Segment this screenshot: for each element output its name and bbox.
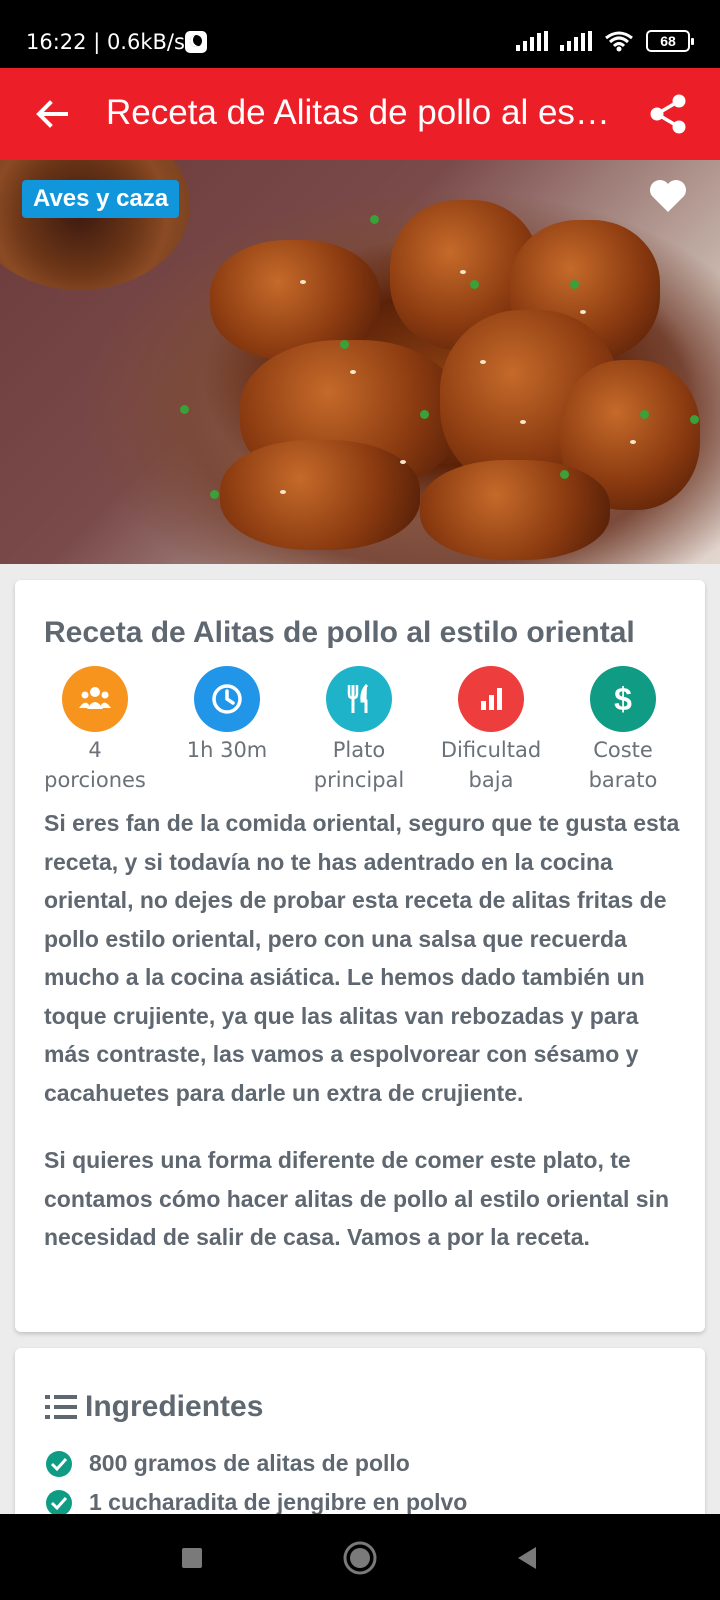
ingredient-text: 1 cucharadita de jengibre en polvo [89,1489,468,1515]
recipe-image: Aves y caza [0,160,720,564]
stat-difficulty-label: Dificultad baja [440,738,542,792]
ingredient-text: 800 gramos de alitas de pollo [89,1450,410,1476]
category-badge[interactable]: Aves y caza [22,180,180,218]
check-circle-icon [46,1489,72,1516]
signal-icon [516,31,548,51]
stat-time: 1h 30m [161,666,293,795]
list-icon [45,1395,77,1419]
status-time: 16:22 | 0.6kB/s [26,30,185,54]
stat-course-label: Plato principal [313,738,405,792]
ingredients-list: 800 gramos de alitas de pollo 1 cucharad… [45,1444,467,1522]
stat-difficulty: Dificultad baja [425,666,557,795]
app-bar: Receta de Alitas de pollo al estilo orie… [0,68,720,160]
wifi-icon [605,31,633,52]
status-icons: 68 [516,30,694,52]
stat-time-label: 1h 30m [186,738,268,762]
back-triangle-icon[interactable] [508,1538,548,1578]
stat-servings-label: 4 porciones [44,738,146,792]
share-icon[interactable] [646,92,690,136]
moon-icon [185,31,207,53]
recipe-title: Receta de Alitas de pollo al estilo orie… [44,616,635,649]
stat-servings: 4 porciones [29,666,161,795]
arrow-left-icon[interactable] [30,92,74,136]
recipe-stats: 4 porciones 1h 30m Plato principal Dific… [29,666,689,795]
description-paragraph: Si eres fan de la comida oriental, segur… [44,810,680,1106]
clock-icon [194,666,260,732]
status-bar: 16:22 | 0.6kB/s 68 [0,0,720,68]
home-circle-icon[interactable] [340,1538,380,1578]
stat-cost-label: Coste barato [588,738,658,792]
bar-chart-icon [458,666,524,732]
system-nav-bar [0,1514,720,1600]
cutlery-icon [326,666,392,732]
ingredients-header: Ingredientes [45,1390,263,1424]
recents-square-icon[interactable] [172,1538,212,1578]
check-circle-icon [46,1450,72,1477]
app-bar-title: Receta de Alitas de pollo al estilo orie… [106,93,616,132]
stat-cost: $ Coste barato [557,666,689,795]
recipe-description: Si eres fan de la comida oriental, segur… [44,804,684,1257]
battery-level: 68 [660,33,676,49]
list-item[interactable]: 800 gramos de alitas de pollo [45,1444,467,1483]
description-paragraph: Si quieres una forma diferente de comer … [44,1147,669,1250]
ingredients-title: Ingredientes [85,1390,264,1423]
dollar-icon: $ [590,666,656,732]
recipe-summary-card: Receta de Alitas de pollo al estilo orie… [15,580,705,1332]
battery-icon: 68 [646,30,694,52]
stat-course: Plato principal [293,666,425,795]
people-icon [62,666,128,732]
heart-icon[interactable] [648,178,688,214]
signal-icon [560,31,592,51]
svg-text:$: $ [614,681,632,717]
